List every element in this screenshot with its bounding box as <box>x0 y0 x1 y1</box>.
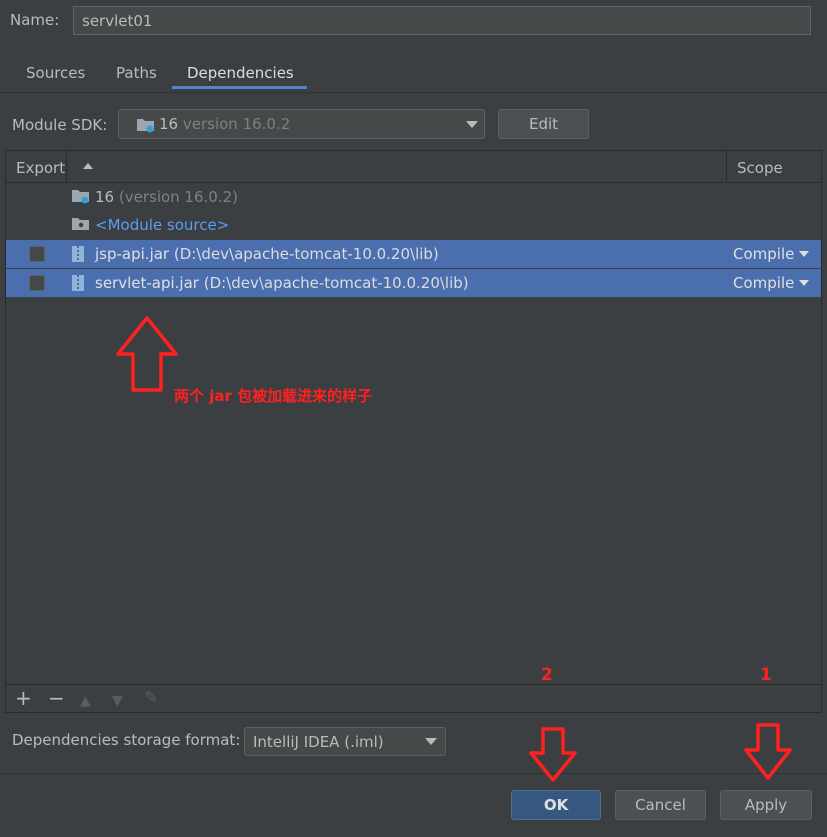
column-header-export[interactable]: Export <box>16 159 65 177</box>
export-checkbox[interactable] <box>29 246 45 262</box>
active-tab-indicator <box>172 86 307 89</box>
add-icon[interactable]: + <box>15 688 32 708</box>
dependency-name: 16 <box>95 188 115 206</box>
table-toolbar: + − ▲ ▼ ✎ <box>5 685 822 713</box>
tab-paths[interactable]: Paths <box>116 64 157 88</box>
dependency-detail: (D:\dev\apache-tomcat-10.0.20\lib) <box>173 245 439 263</box>
table-row[interactable]: servlet-api.jar (D:\dev\apache-tomcat-10… <box>6 269 821 297</box>
storage-format-label: Dependencies storage format: <box>12 731 241 749</box>
table-header: Export Scope <box>6 151 821 183</box>
edit-sdk-button[interactable]: Edit <box>498 109 589 139</box>
annotation-step-number: 1 <box>760 665 772 685</box>
divider <box>726 151 727 182</box>
annotation-down-arrow-icon <box>529 727 577 782</box>
name-input[interactable]: servlet01 <box>73 6 811 35</box>
export-checkbox[interactable] <box>29 275 45 291</box>
apply-button[interactable]: Apply <box>720 790 812 820</box>
pencil-icon[interactable]: ✎ <box>144 688 158 708</box>
storage-format-value: IntelliJ IDEA (.iml) <box>253 733 384 751</box>
sdk-folder-icon <box>136 117 156 137</box>
chevron-down-icon <box>466 121 478 128</box>
dependencies-table: Export Scope 16 (version 16.0.2) <Module… <box>5 150 822 685</box>
tab-dependencies[interactable]: Dependencies <box>187 64 294 88</box>
jar-icon <box>71 245 85 267</box>
annotation-down-arrow-icon <box>744 723 792 780</box>
column-header-scope[interactable]: Scope <box>737 159 783 177</box>
dependency-detail: (D:\dev\apache-tomcat-10.0.20\lib) <box>203 274 469 292</box>
dependency-detail: (version 16.0.2) <box>118 188 238 206</box>
cancel-button[interactable]: Cancel <box>615 790 706 820</box>
table-row[interactable]: 16 (version 16.0.2) <box>6 183 821 211</box>
module-sdk-label: Module SDK: <box>12 116 108 134</box>
scope-select[interactable]: Compile <box>733 245 794 263</box>
sort-ascending-icon[interactable] <box>83 163 93 169</box>
ok-button[interactable]: OK <box>511 790 601 820</box>
annotation-step-number: 2 <box>541 665 553 685</box>
move-up-icon[interactable]: ▲ <box>80 691 91 711</box>
divider <box>0 773 827 774</box>
sdk-folder-icon <box>71 188 91 208</box>
dependency-name: servlet-api.jar <box>95 274 199 292</box>
chevron-down-icon <box>425 738 437 745</box>
name-label: Name: <box>10 11 60 29</box>
sdk-name: 16 <box>159 115 179 133</box>
annotation-up-arrow-icon <box>116 316 178 392</box>
tab-sources[interactable]: Sources <box>26 64 85 88</box>
module-sdk-select[interactable]: 16 version 16.0.2 <box>118 109 485 139</box>
table-row[interactable]: jsp-api.jar (D:\dev\apache-tomcat-10.0.2… <box>6 240 821 268</box>
annotation-caption: 两个 jar 包被加载进来的样子 <box>174 387 373 405</box>
table-row[interactable]: <Module source> <box>6 211 821 239</box>
dependency-name: jsp-api.jar <box>95 245 170 263</box>
move-down-icon[interactable]: ▼ <box>112 691 123 711</box>
folder-icon <box>71 216 91 236</box>
chevron-down-icon[interactable] <box>799 280 809 286</box>
storage-format-select[interactable]: IntelliJ IDEA (.iml) <box>244 727 446 756</box>
scope-select[interactable]: Compile <box>733 274 794 292</box>
divider <box>66 151 67 182</box>
remove-icon[interactable]: − <box>48 688 65 708</box>
chevron-down-icon[interactable] <box>799 251 809 257</box>
sdk-version: version 16.0.2 <box>182 115 291 133</box>
divider <box>0 92 827 93</box>
jar-icon <box>71 274 85 296</box>
dependency-name: <Module source> <box>95 216 230 234</box>
